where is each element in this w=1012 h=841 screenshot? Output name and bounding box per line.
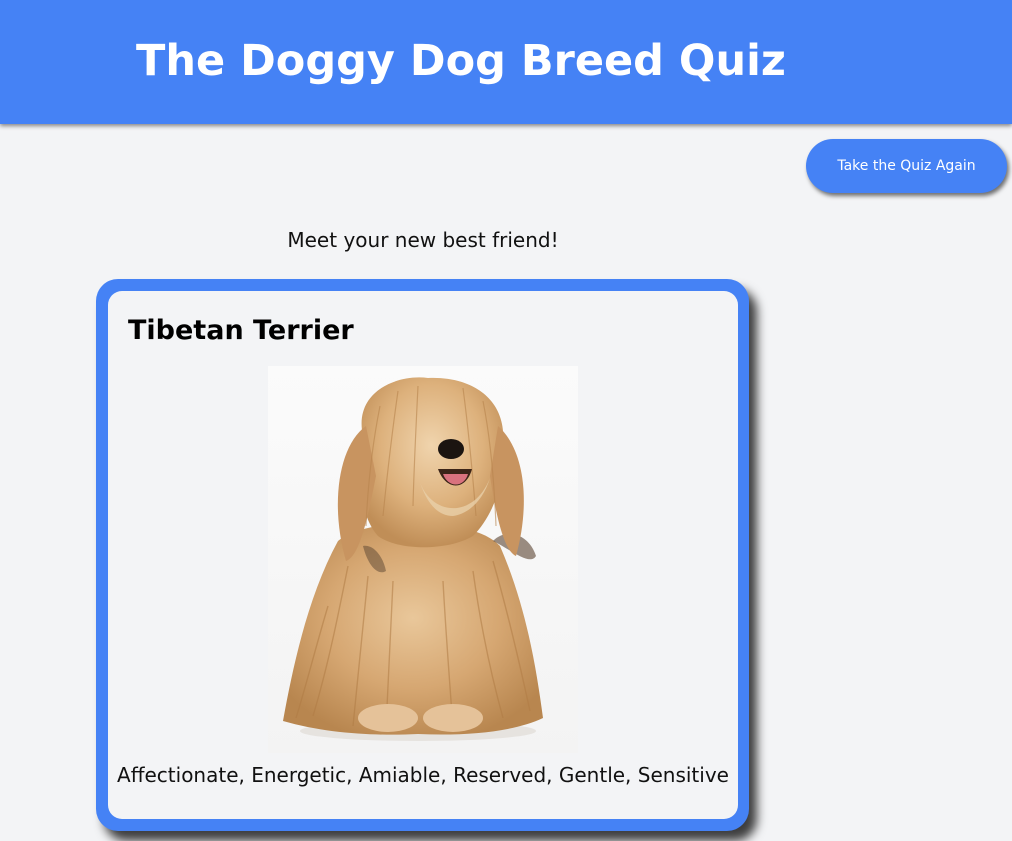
breed-traits: Affectionate, Energetic, Amiable, Reserv… (117, 763, 729, 787)
page-header: The Doggy Dog Breed Quiz (0, 0, 1012, 124)
result-card: Tibetan Terrier Affectionate, Energetic,… (96, 279, 749, 831)
breed-name: Tibetan Terrier (128, 315, 354, 346)
dog-photo (268, 366, 578, 753)
result-card-body: Tibetan Terrier Affectionate, Energetic,… (108, 291, 738, 819)
take-quiz-again-button[interactable]: Take the Quiz Again (806, 139, 1007, 193)
page-title: The Doggy Dog Breed Quiz (136, 36, 786, 86)
result-intro-text: Meet your new best friend! (287, 228, 559, 252)
